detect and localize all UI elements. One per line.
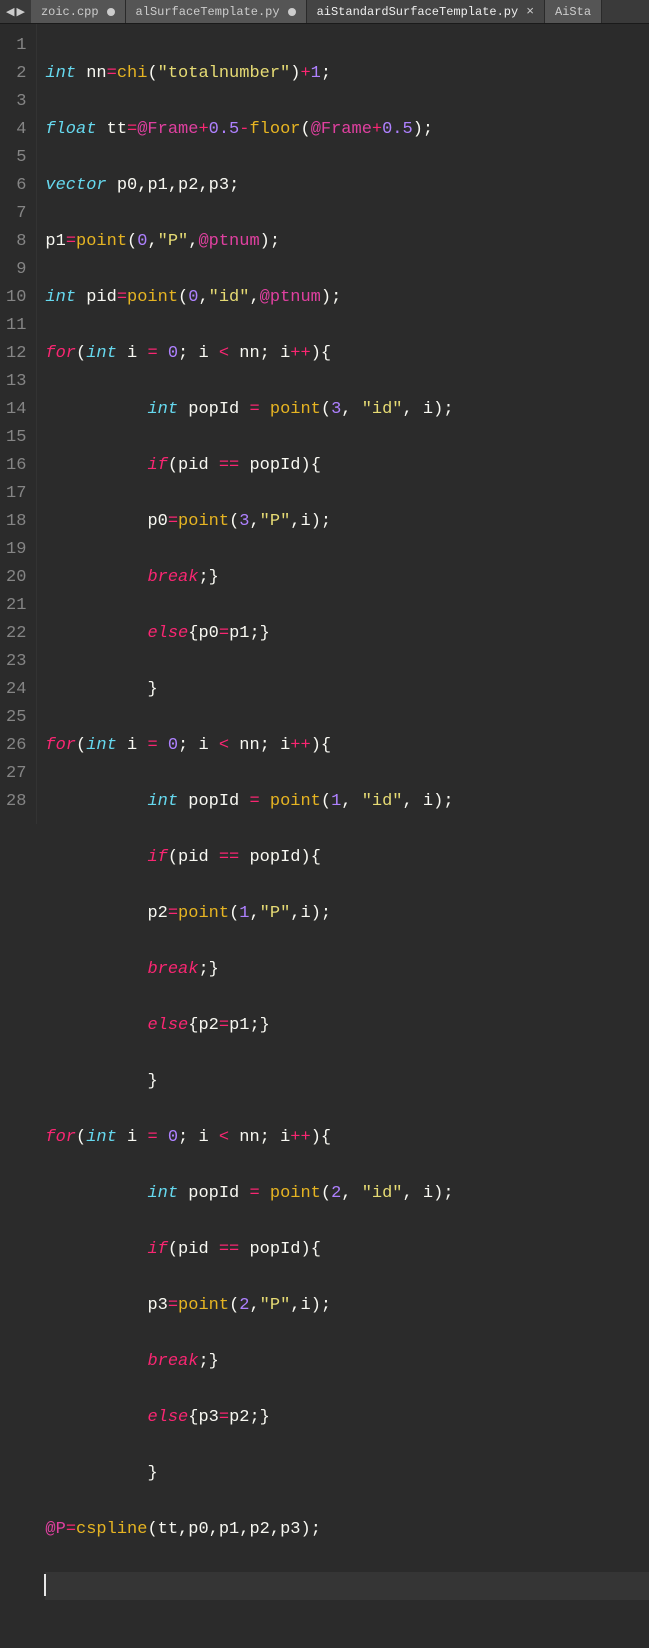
tab-zoic[interactable]: zoic.cpp [31, 0, 126, 23]
code-line: else{p3=p2;} [45, 1404, 649, 1432]
code-line: if(pid == popId){ [45, 1236, 649, 1264]
code-line: if(pid == popId){ [45, 452, 649, 480]
code-line: if(pid == popId){ [45, 844, 649, 872]
tabs: zoic.cpp alSurfaceTemplate.py aiStandard… [31, 0, 649, 23]
line-number: 6 [6, 172, 26, 200]
line-number: 24 [6, 676, 26, 704]
code-area[interactable]: int nn=chi("totalnumber")+1; float tt=@F… [37, 24, 649, 824]
line-number: 25 [6, 704, 26, 732]
line-number: 7 [6, 200, 26, 228]
code-line: else{p0=p1;} [45, 620, 649, 648]
line-number: 21 [6, 592, 26, 620]
code-line: p0=point(3,"P",i); [45, 508, 649, 536]
line-number: 18 [6, 508, 26, 536]
line-number: 14 [6, 396, 26, 424]
modified-dot-icon [107, 8, 115, 16]
nav-back-icon[interactable]: ◀ [6, 5, 14, 19]
code-line: break;} [45, 1348, 649, 1376]
code-line [45, 1572, 649, 1600]
code-line: for(int i = 0; i < nn; i++){ [45, 1124, 649, 1152]
code-line: for(int i = 0; i < nn; i++){ [45, 340, 649, 368]
code-line: int popId = point(3, "id", i); [45, 396, 649, 424]
code-line: int popId = point(2, "id", i); [45, 1180, 649, 1208]
line-number: 2 [6, 60, 26, 88]
line-number: 16 [6, 452, 26, 480]
line-number: 1 [6, 32, 26, 60]
code-line: int nn=chi("totalnumber")+1; [45, 60, 649, 88]
line-number: 20 [6, 564, 26, 592]
code-line: break;} [45, 956, 649, 984]
line-number: 17 [6, 480, 26, 508]
line-number: 5 [6, 144, 26, 172]
code-line: for(int i = 0; i < nn; i++){ [45, 732, 649, 760]
line-number: 11 [6, 312, 26, 340]
tab-label: zoic.cpp [41, 5, 99, 19]
line-number: 15 [6, 424, 26, 452]
code-line: } [45, 1068, 649, 1096]
line-number: 3 [6, 88, 26, 116]
close-icon[interactable]: × [526, 4, 534, 19]
code-line: p3=point(2,"P",i); [45, 1292, 649, 1320]
line-number: 12 [6, 340, 26, 368]
code-line: else{p2=p1;} [45, 1012, 649, 1040]
tab-label: alSurfaceTemplate.py [136, 5, 280, 19]
line-number: 27 [6, 760, 26, 788]
line-number: 26 [6, 732, 26, 760]
code-line: p1=point(0,"P",@ptnum); [45, 228, 649, 256]
line-number: 10 [6, 284, 26, 312]
text-cursor [44, 1574, 46, 1596]
line-number: 28 [6, 788, 26, 816]
tab-alsurface[interactable]: alSurfaceTemplate.py [126, 0, 307, 23]
line-gutter: 1 2 3 4 5 6 7 8 9 10 11 12 13 14 15 16 1… [0, 24, 37, 824]
nav-forward-icon[interactable]: ▶ [16, 5, 24, 19]
code-line: } [45, 1460, 649, 1488]
code-line: break;} [45, 564, 649, 592]
tab-label: aiStandardSurfaceTemplate.py [317, 5, 519, 19]
code-line: int pid=point(0,"id",@ptnum); [45, 284, 649, 312]
line-number: 22 [6, 620, 26, 648]
code-line: } [45, 676, 649, 704]
line-number: 13 [6, 368, 26, 396]
line-number: 23 [6, 648, 26, 676]
code-line: @P=cspline(tt,p0,p1,p2,p3); [45, 1516, 649, 1544]
tab-label: AiSta [555, 5, 591, 19]
top-bar: ◀ ▶ zoic.cpp alSurfaceTemplate.py aiStan… [0, 0, 649, 24]
line-number: 19 [6, 536, 26, 564]
nav-arrows: ◀ ▶ [0, 0, 31, 23]
tab-aistandard[interactable]: aiStandardSurfaceTemplate.py × [307, 0, 545, 23]
line-number: 9 [6, 256, 26, 284]
tab-aista[interactable]: AiSta [545, 0, 602, 23]
code-line: int popId = point(1, "id", i); [45, 788, 649, 816]
line-number: 4 [6, 116, 26, 144]
line-number: 8 [6, 228, 26, 256]
modified-dot-icon [288, 8, 296, 16]
code-line: vector p0,p1,p2,p3; [45, 172, 649, 200]
editor: 1 2 3 4 5 6 7 8 9 10 11 12 13 14 15 16 1… [0, 24, 649, 824]
code-line: float tt=@Frame+0.5-floor(@Frame+0.5); [45, 116, 649, 144]
code-line: p2=point(1,"P",i); [45, 900, 649, 928]
